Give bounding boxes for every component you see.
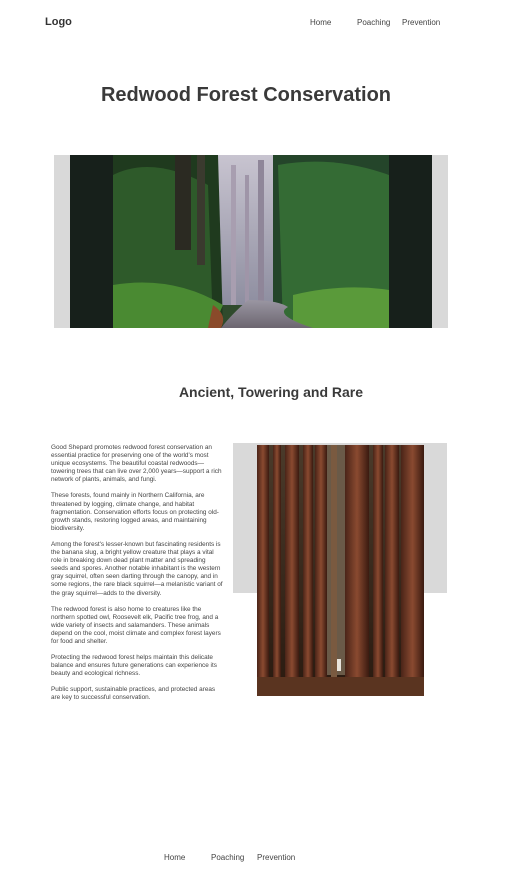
footer-home-link[interactable]: Home	[164, 853, 185, 862]
nav-poaching-link[interactable]: Poaching	[357, 18, 390, 27]
section-subtitle: Ancient, Towering and Rare	[178, 384, 364, 400]
article-text: Good Shepard promotes redwood forest con…	[51, 444, 223, 711]
paragraph: The redwood forest is also home to creat…	[51, 605, 221, 645]
footer-prevention-link[interactable]: Prevention	[257, 853, 295, 862]
hero-forest-road-image	[113, 155, 389, 328]
site-header: Logo Home Poaching Prevention	[0, 0, 517, 44]
nav-home-link[interactable]: Home	[310, 18, 331, 27]
page-title: Redwood Forest Conservation	[100, 84, 392, 106]
nav-prevention-link[interactable]: Prevention	[402, 18, 440, 27]
paragraph: Public support, sustainable practices, a…	[51, 686, 216, 702]
paragraph: Good Shepard promotes redwood forest con…	[51, 444, 222, 484]
paragraph: Among the forest's lesser-known but fasc…	[51, 540, 223, 597]
logo[interactable]: Logo	[45, 16, 72, 28]
paragraph: These forests, found mainly in Northern …	[51, 492, 219, 532]
redwood-trunks-image	[257, 445, 424, 696]
footer-poaching-link[interactable]: Poaching	[211, 853, 244, 862]
paragraph: Protecting the redwood forest helps main…	[51, 654, 217, 678]
